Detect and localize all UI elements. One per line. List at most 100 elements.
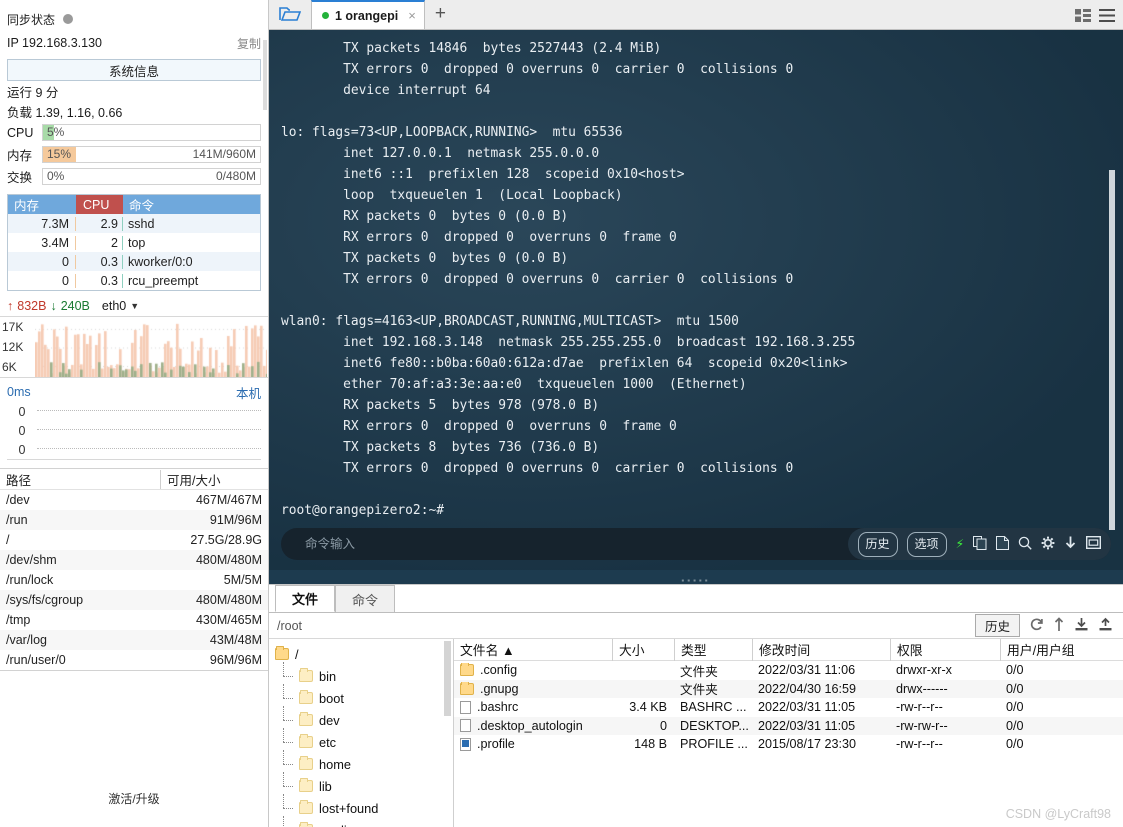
disk-avail: 430M/465M — [195, 613, 262, 627]
tree-node[interactable]: lost+found — [269, 794, 453, 819]
file-col-1[interactable]: 大小 — [612, 639, 674, 661]
terminal-tab-orangepi[interactable]: 1 orangepi × — [311, 0, 425, 29]
tree-node[interactable]: home — [269, 750, 453, 775]
tree-node[interactable]: dev — [269, 706, 453, 731]
tree-node[interactable]: etc — [269, 728, 453, 753]
col-cpu[interactable]: CPU — [76, 195, 123, 214]
meter-percent-swap: 0% — [47, 169, 65, 183]
folder-open-icon[interactable] — [269, 0, 311, 29]
file-col-4[interactable]: 权限 — [890, 639, 1000, 661]
process-row[interactable]: 7.3M 2.9 sshd — [8, 214, 260, 233]
ping-value: 0 — [18, 442, 26, 457]
col-memory[interactable]: 内存 — [8, 195, 76, 214]
terminal-output-area[interactable]: TX packets 14846 bytes 2527443 (2.4 MiB)… — [269, 30, 1123, 570]
app-window: 同步状态 IP 192.168.3.130 复制 系统信息 运行 9 分 负载 … — [0, 0, 1123, 827]
file-row[interactable]: .config 文件夹 2022/03/31 11:06 drwxr-xr-x 0/0 — [454, 661, 1123, 680]
up-arrow-icon[interactable] — [1053, 616, 1065, 635]
download-icon[interactable] — [1074, 617, 1089, 635]
window-icon[interactable] — [1085, 535, 1102, 552]
paste-icon[interactable] — [996, 535, 1009, 553]
disk-row[interactable]: /var/log 43M/48M — [0, 630, 268, 650]
process-memory: 7.3M — [8, 216, 76, 231]
sidebar-scrollbar[interactable] — [262, 40, 268, 767]
path-row: /root 历史 — [269, 613, 1123, 639]
bolt-icon[interactable]: ⚡ — [956, 537, 964, 551]
disk-table-header: 路径 可用/大小 — [0, 469, 268, 490]
col-command[interactable]: 命令 — [123, 195, 260, 214]
file-col-5[interactable]: 用户/用户组 — [1000, 639, 1123, 661]
copy-icon[interactable] — [973, 535, 987, 553]
ping-row: 0 — [7, 402, 261, 421]
grid-view-icon[interactable] — [1075, 9, 1091, 25]
file-row[interactable]: .gnupg 文件夹 2022/04/30 16:59 drwx------ 0/0 — [454, 679, 1123, 698]
process-row[interactable]: 3.4M 2 top — [8, 233, 260, 252]
search-icon[interactable] — [1018, 536, 1032, 553]
terminal-scrollbar[interactable] — [1109, 170, 1115, 530]
file-panel-tab-commands[interactable]: 命令 — [335, 585, 395, 612]
file-col-2[interactable]: 类型 — [674, 639, 752, 661]
file-panel-tabs: 文件 命令 — [269, 585, 1123, 613]
current-path-label[interactable]: /root — [269, 619, 975, 633]
disk-row[interactable]: / 27.5G/28.9G — [0, 530, 268, 550]
tree-node[interactable]: bin — [269, 662, 453, 687]
disk-path: /run/lock — [6, 573, 54, 587]
process-command: sshd — [128, 216, 155, 231]
terminal-options-button[interactable]: 选项 — [906, 531, 947, 557]
pane-resize-handle[interactable]: ▪▪▪▪▪ — [269, 570, 1123, 585]
disk-row[interactable]: /sys/fs/cgroup 480M/480M — [0, 590, 268, 610]
disk-row[interactable]: /run/user/0 96M/96M — [0, 650, 268, 670]
disk-row[interactable]: /run 91M/96M — [0, 510, 268, 530]
file-row[interactable]: .bashrc 3.4 KB BASHRC ... 2022/03/31 11:05 -… — [454, 698, 1123, 717]
interface-select-label[interactable]: eth0 — [102, 299, 126, 313]
file-col-0[interactable]: 文件名 ▲ — [454, 639, 612, 661]
terminal-history-button[interactable]: 历史 — [857, 531, 898, 557]
disk-row[interactable]: /dev 467M/467M — [0, 490, 268, 510]
new-tab-button[interactable]: + — [425, 4, 456, 25]
net-y-0: 17K — [2, 320, 24, 334]
disk-row[interactable]: /run/lock 5M/5M — [0, 570, 268, 590]
file-type: 文件夹 — [680, 664, 718, 679]
col-path[interactable]: 路径 — [0, 470, 160, 489]
directory-tree[interactable]: / bin boot dev etc home lib lost+found media — [269, 639, 454, 827]
folder-icon — [460, 681, 474, 695]
file-col-3[interactable]: 修改时间 — [752, 639, 890, 661]
file-manager-panel: 文件 命令 /root 历史 / bin boot dev etc home l… — [269, 584, 1123, 827]
process-cpu: 2 — [76, 235, 123, 250]
refresh-icon[interactable] — [1029, 617, 1044, 635]
process-memory: 0 — [8, 254, 76, 269]
tree-node[interactable]: / — [269, 643, 453, 665]
ping-row: 0 — [7, 440, 261, 459]
tree-node-label: dev — [319, 712, 340, 728]
disk-row[interactable]: /tmp 430M/465M — [0, 610, 268, 630]
file-panel-tab-files[interactable]: 文件 — [275, 585, 335, 612]
file-permissions: -rw-r--r-- — [896, 700, 943, 715]
ping-target-label[interactable]: 本机 — [236, 383, 261, 402]
system-monitor-sidebar: 同步状态 IP 192.168.3.130 复制 系统信息 运行 9 分 负载 … — [0, 0, 269, 827]
folder-icon — [299, 668, 313, 682]
file-row[interactable]: .profile 148 B PROFILE ... 2015/08/17 23:30… — [454, 735, 1123, 754]
tree-scrollbar[interactable] — [444, 641, 451, 716]
download-icon[interactable] — [1064, 536, 1077, 553]
file-permissions: drwx------ — [896, 681, 948, 696]
activate-upgrade-link[interactable]: 激活/升级 — [0, 790, 268, 807]
process-cpu: 2.9 — [76, 216, 123, 231]
tree-node-label: / — [295, 646, 299, 662]
process-row[interactable]: 0 0.3 kworker/0:0 — [8, 252, 260, 271]
system-info-button[interactable]: 系统信息 — [7, 59, 261, 81]
close-icon[interactable]: × — [408, 8, 416, 23]
file-row[interactable]: .desktop_autologin 0 DESKTOP... 2022/03/31 … — [454, 716, 1123, 735]
col-avail[interactable]: 可用/大小 — [160, 469, 268, 489]
file-mtime: 2015/08/17 23:30 — [758, 737, 857, 752]
gear-icon[interactable] — [1041, 536, 1055, 553]
chevron-down-icon[interactable]: ▼ — [130, 301, 139, 311]
list-view-icon[interactable] — [1099, 9, 1115, 25]
file-permissions: -rw-r--r-- — [896, 737, 943, 752]
tree-node[interactable]: media — [269, 816, 453, 827]
upload-icon[interactable] — [1098, 617, 1113, 635]
copy-ip-button[interactable]: 复制 — [237, 35, 261, 52]
tree-node[interactable]: boot — [269, 684, 453, 709]
file-history-button[interactable]: 历史 — [974, 614, 1020, 637]
process-row[interactable]: 0 0.3 rcu_preempt — [8, 271, 260, 290]
tree-node[interactable]: lib — [269, 772, 453, 797]
disk-row[interactable]: /dev/shm 480M/480M — [0, 550, 268, 570]
